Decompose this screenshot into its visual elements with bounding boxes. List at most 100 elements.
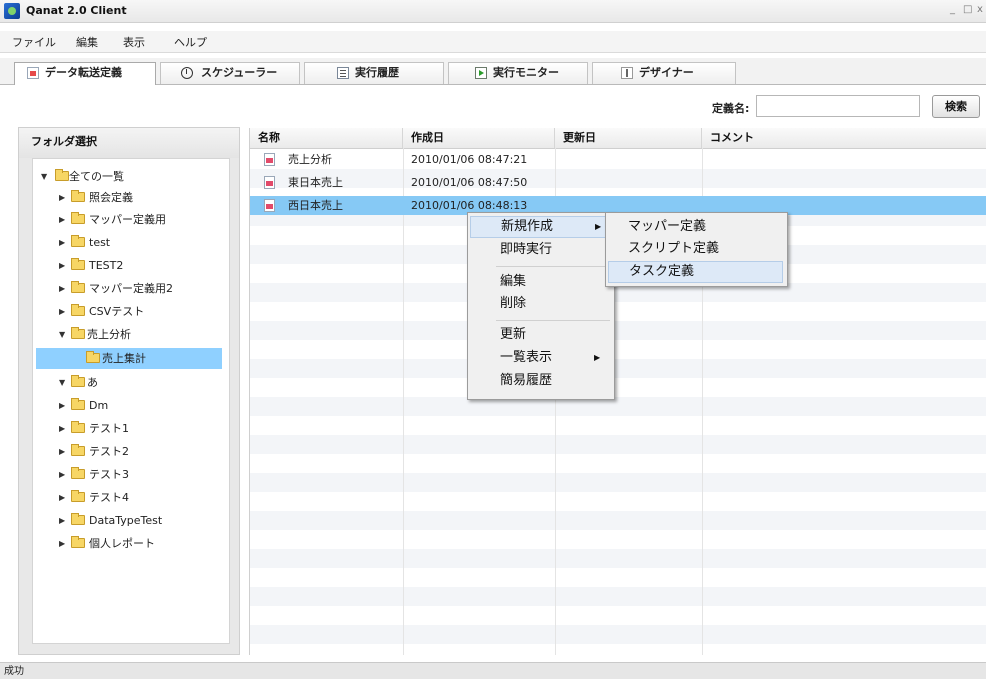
column-header-comment[interactable]: コメント — [702, 128, 986, 148]
tree-item[interactable]: ▶ マッパー定義用 — [33, 209, 229, 230]
definition-name-input[interactable] — [756, 95, 920, 117]
definition-file-icon — [264, 176, 275, 189]
new-submenu: マッパー定義 スクリプト定義 タスク定義 — [605, 212, 788, 287]
table-row[interactable]: 東日本売上 2010/01/06 08:47:50 — [250, 173, 986, 192]
tab-data-transfer[interactable]: データ転送定義 — [14, 62, 156, 85]
tab-scheduler[interactable]: スケジューラー — [160, 62, 300, 84]
collapse-arrow-icon[interactable]: ▶ — [59, 301, 67, 322]
row-stripe — [250, 397, 986, 416]
minimize-button[interactable]: _ — [950, 4, 955, 15]
tree-item-label: Dm — [89, 399, 109, 412]
menu-item-brief-history[interactable]: 簡易履歴 — [470, 370, 640, 392]
tree-item-label: テスト2 — [89, 445, 129, 458]
menu-help[interactable]: ヘルプ — [174, 34, 207, 50]
tree-item[interactable]: ▶ テスト2 — [33, 441, 229, 462]
collapse-arrow-icon[interactable]: ▶ — [59, 464, 67, 485]
collapse-arrow-icon[interactable]: ▶ — [59, 232, 67, 253]
collapse-arrow-icon[interactable]: ▶ — [59, 395, 67, 416]
tree-item[interactable]: ▶ マッパー定義用2 — [33, 278, 229, 299]
context-menu: 新規作成 ▶ 即時実行 編集 削除 更新 一覧表示 ▶ 簡易履歴 — [467, 212, 615, 400]
folder-icon — [71, 421, 85, 433]
title-bar: Qanat 2.0 Client _ □ x — [0, 0, 986, 23]
window-title: Qanat 2.0 Client — [26, 4, 127, 17]
tree-item-label: あ — [87, 376, 98, 389]
column-divider — [403, 148, 404, 655]
tab-history[interactable]: 実行履歴 — [304, 62, 444, 84]
folder-icon — [71, 190, 85, 202]
column-header-created[interactable]: 作成日 — [403, 128, 555, 148]
tree-item[interactable]: ▶ test — [33, 232, 229, 253]
collapse-arrow-icon[interactable]: ▶ — [59, 418, 67, 439]
menu-item-task-definition[interactable]: タスク定義 — [608, 261, 783, 283]
tree-item-label: 売上分析 — [87, 328, 131, 341]
tab-monitor[interactable]: 実行モニター — [448, 62, 588, 84]
folder-icon — [71, 467, 85, 479]
tree-item[interactable]: ▶ CSVテスト — [33, 301, 229, 322]
collapse-arrow-icon[interactable]: ▶ — [59, 209, 67, 230]
tree-item[interactable]: ▶ テスト4 — [33, 487, 229, 508]
menu-item-mapper-definition[interactable]: マッパー定義 — [608, 216, 803, 238]
menu-edit[interactable]: 編集 — [76, 34, 98, 50]
expand-arrow-icon[interactable]: ▼ — [41, 166, 49, 187]
folder-panel-title: フォルダ選択 — [19, 128, 239, 158]
column-header-updated[interactable]: 更新日 — [555, 128, 702, 148]
tree-item[interactable]: ▶ Dm — [33, 395, 229, 416]
menu-separator — [496, 266, 610, 267]
tree-item-label: DataTypeTest — [89, 514, 163, 527]
folder-open-icon — [71, 327, 85, 339]
tree-item-label: TEST2 — [89, 259, 124, 272]
collapse-arrow-icon[interactable]: ▶ — [59, 187, 67, 208]
maximize-button[interactable]: □ — [963, 4, 972, 15]
search-button[interactable]: 検索 — [932, 95, 980, 118]
row-stripe — [250, 511, 986, 530]
menu-item-delete[interactable]: 削除 — [470, 293, 640, 315]
menu-bar: ファイル 編集 表示 ヘルプ — [0, 31, 986, 53]
tree-item[interactable]: ▼ 全ての一覧 — [33, 166, 229, 187]
expand-arrow-icon[interactable]: ▼ — [59, 372, 67, 393]
clock-icon — [181, 67, 193, 79]
column-header-name[interactable]: 名称 — [250, 128, 403, 148]
tree-item[interactable]: ▶ 照会定義 — [33, 187, 229, 208]
tree-item[interactable]: ▶ テスト1 — [33, 418, 229, 439]
folder-icon — [71, 235, 85, 247]
designer-icon — [621, 67, 633, 79]
row-stripe — [250, 587, 986, 606]
collapse-arrow-icon[interactable]: ▶ — [59, 533, 67, 554]
folder-icon — [71, 398, 85, 410]
tab-label: データ転送定義 — [45, 66, 122, 79]
menu-view[interactable]: 表示 — [123, 34, 145, 50]
row-stripe — [250, 549, 986, 568]
tree-item[interactable]: ▼ 売上分析 — [33, 324, 229, 345]
row-stripe — [250, 473, 986, 492]
collapse-arrow-icon[interactable]: ▶ — [59, 487, 67, 508]
table-row[interactable]: 売上分析 2010/01/06 08:47:21 — [250, 150, 986, 169]
tree-item-selected[interactable]: 売上集計 — [36, 348, 222, 369]
menu-item-new[interactable]: 新規作成 ▶ — [470, 216, 610, 238]
cell-name: 売上分析 — [288, 153, 332, 166]
folder-icon — [71, 444, 85, 456]
tree-item[interactable]: ▶ DataTypeTest — [33, 510, 229, 531]
folder-icon — [71, 281, 85, 293]
tab-label: 実行履歴 — [355, 66, 399, 79]
menu-item-refresh[interactable]: 更新 — [470, 324, 640, 346]
folder-icon — [71, 490, 85, 502]
close-button[interactable]: x — [977, 4, 983, 15]
tree-item[interactable]: ▶ テスト3 — [33, 464, 229, 485]
cell-name: 西日本売上 — [288, 199, 343, 212]
tab-bar: データ転送定義 スケジューラー 実行履歴 実行モニター デザイナー — [0, 58, 986, 85]
menu-item-script-definition[interactable]: スクリプト定義 — [608, 238, 803, 260]
collapse-arrow-icon[interactable]: ▶ — [59, 255, 67, 276]
tab-designer[interactable]: デザイナー — [592, 62, 736, 84]
collapse-arrow-icon[interactable]: ▶ — [59, 441, 67, 462]
tree-item[interactable]: ▶ 個人レポート — [33, 533, 229, 554]
collapse-arrow-icon[interactable]: ▶ — [59, 278, 67, 299]
tree-item[interactable]: ▼ あ — [33, 372, 229, 393]
menu-file[interactable]: ファイル — [12, 34, 56, 50]
expand-arrow-icon[interactable]: ▼ — [59, 324, 67, 345]
tree-item[interactable]: ▶ TEST2 — [33, 255, 229, 276]
submenu-arrow-icon: ▶ — [595, 222, 602, 231]
collapse-arrow-icon[interactable]: ▶ — [59, 510, 67, 531]
menu-item-list-view[interactable]: 一覧表示 ▶ — [470, 347, 640, 369]
tab-label: デザイナー — [639, 66, 694, 79]
definition-file-icon — [264, 199, 275, 212]
